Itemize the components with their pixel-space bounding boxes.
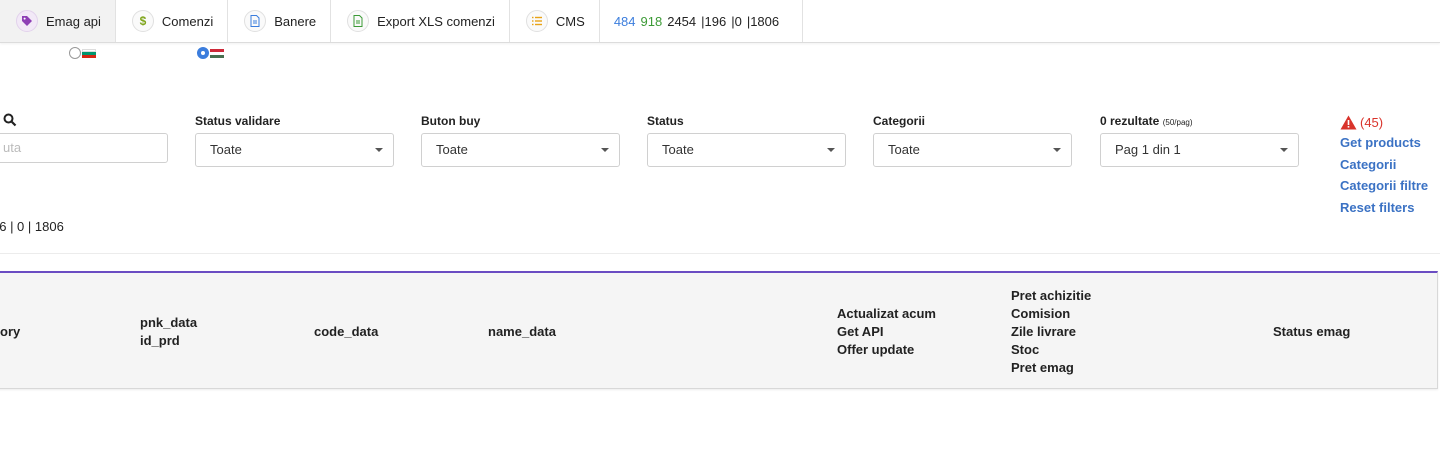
warning-indicator[interactable]: (45): [1340, 112, 1440, 132]
column-name: name_data: [488, 324, 556, 339]
count-value: |1806: [746, 13, 780, 29]
buton-buy-label: Buton buy: [421, 114, 481, 128]
tab-banere[interactable]: Banere: [228, 0, 332, 42]
column-line: Pret achizitie: [1011, 288, 1092, 303]
column-actions: Actualizat acum Get API Offer update: [837, 305, 936, 359]
search-icon: [3, 113, 17, 127]
count-value: 484: [613, 13, 636, 29]
column-line: pnk_data: [140, 315, 198, 330]
warning-icon: [1340, 115, 1357, 129]
tab-emag-api[interactable]: Emag api: [0, 0, 116, 42]
column-pnk: pnk_data id_prd: [140, 314, 197, 350]
side-actions: (45) Get products Categorii Categorii fi…: [1340, 112, 1440, 218]
column-line: Stoc: [1011, 342, 1040, 357]
chevron-down-icon: [375, 148, 383, 152]
summary-counts: 96 | 0 | 1806: [0, 219, 64, 234]
column-line: id_prd: [140, 333, 180, 348]
list-icon: [525, 10, 548, 32]
bulgaria-flag-icon: [82, 49, 96, 58]
select-value: Toate: [210, 142, 242, 157]
results-label: 0 rezultate (50/pag): [1100, 114, 1193, 128]
language-radio-bulgaria[interactable]: [69, 47, 81, 59]
warning-count: (45): [1360, 114, 1384, 130]
column-status-emag: Status emag: [1273, 324, 1351, 339]
dollar-icon: $: [131, 10, 154, 32]
tab-export-xls-comenzi[interactable]: Export XLS comenzi: [331, 0, 510, 42]
chevron-down-icon: [601, 148, 609, 152]
column-line: Get API: [837, 324, 884, 339]
divider: [0, 253, 1440, 254]
tag-icon: [16, 10, 38, 32]
column-prices: Pret achizitie Comision Zile livrare Sto…: [1011, 287, 1091, 377]
status-validare-label: Status validare: [195, 114, 281, 128]
count-value: 918: [640, 13, 663, 29]
column-line: Comision: [1011, 306, 1071, 321]
reset-filters-link[interactable]: Reset filters: [1340, 197, 1440, 219]
tab-cms[interactable]: CMS: [510, 0, 600, 42]
tab-comenzi[interactable]: $ Comenzi: [116, 0, 229, 42]
select-value: Toate: [888, 142, 920, 157]
select-value: Pag 1 din 1: [1115, 142, 1181, 157]
language-radio-hungary[interactable]: [197, 47, 209, 59]
search-input[interactable]: uta: [0, 133, 168, 163]
chevron-down-icon: [1280, 148, 1288, 152]
results-count: 0 rezultate: [1100, 114, 1160, 128]
tab-label: CMS: [555, 13, 585, 29]
categorii-select[interactable]: Toate: [873, 133, 1072, 167]
page-select[interactable]: Pag 1 din 1: [1100, 133, 1299, 167]
column-line: Zile livrare: [1011, 324, 1077, 339]
chevron-down-icon: [827, 148, 835, 152]
count-value: |196: [701, 13, 727, 29]
hungary-flag-icon: [210, 49, 224, 58]
spreadsheet-icon: [347, 10, 370, 32]
count-value: |0: [731, 13, 742, 29]
column-line: Offer update: [837, 342, 915, 357]
count-value: 2454: [667, 13, 697, 29]
select-value: Toate: [662, 142, 694, 157]
order-counts: 484 918 2454 |196 |0 |1806: [600, 0, 804, 42]
buton-buy-select[interactable]: Toate: [421, 133, 620, 167]
tab-label: Banere: [274, 13, 317, 29]
status-select[interactable]: Toate: [647, 133, 846, 167]
table-header: ory pnk_data id_prd code_data name_data …: [0, 271, 1438, 389]
column-category: ory: [0, 324, 21, 339]
get-products-link[interactable]: Get products: [1340, 132, 1440, 154]
status-validare-select[interactable]: Toate: [195, 133, 394, 167]
categorii-filtre-link[interactable]: Categorii filtre: [1340, 175, 1440, 197]
tab-label: Comenzi: [161, 13, 214, 29]
column-code: code_data: [314, 324, 379, 339]
column-line: Actualizat acum: [837, 306, 936, 321]
categorii-label: Categorii: [873, 114, 926, 128]
per-page-note: (50/pag): [1162, 118, 1193, 127]
select-value: Toate: [436, 142, 468, 157]
chevron-down-icon: [1053, 148, 1061, 152]
top-tab-bar: Emag api $ Comenzi Banere Export XLS com…: [0, 0, 1440, 43]
column-line: Pret emag: [1011, 360, 1074, 375]
tab-label: Export XLS comenzi: [377, 13, 495, 29]
status-label: Status: [647, 114, 684, 128]
categorii-link[interactable]: Categorii: [1340, 154, 1440, 176]
document-icon: [244, 10, 267, 32]
language-selector: [0, 47, 300, 61]
tab-label: Emag api: [46, 13, 101, 29]
